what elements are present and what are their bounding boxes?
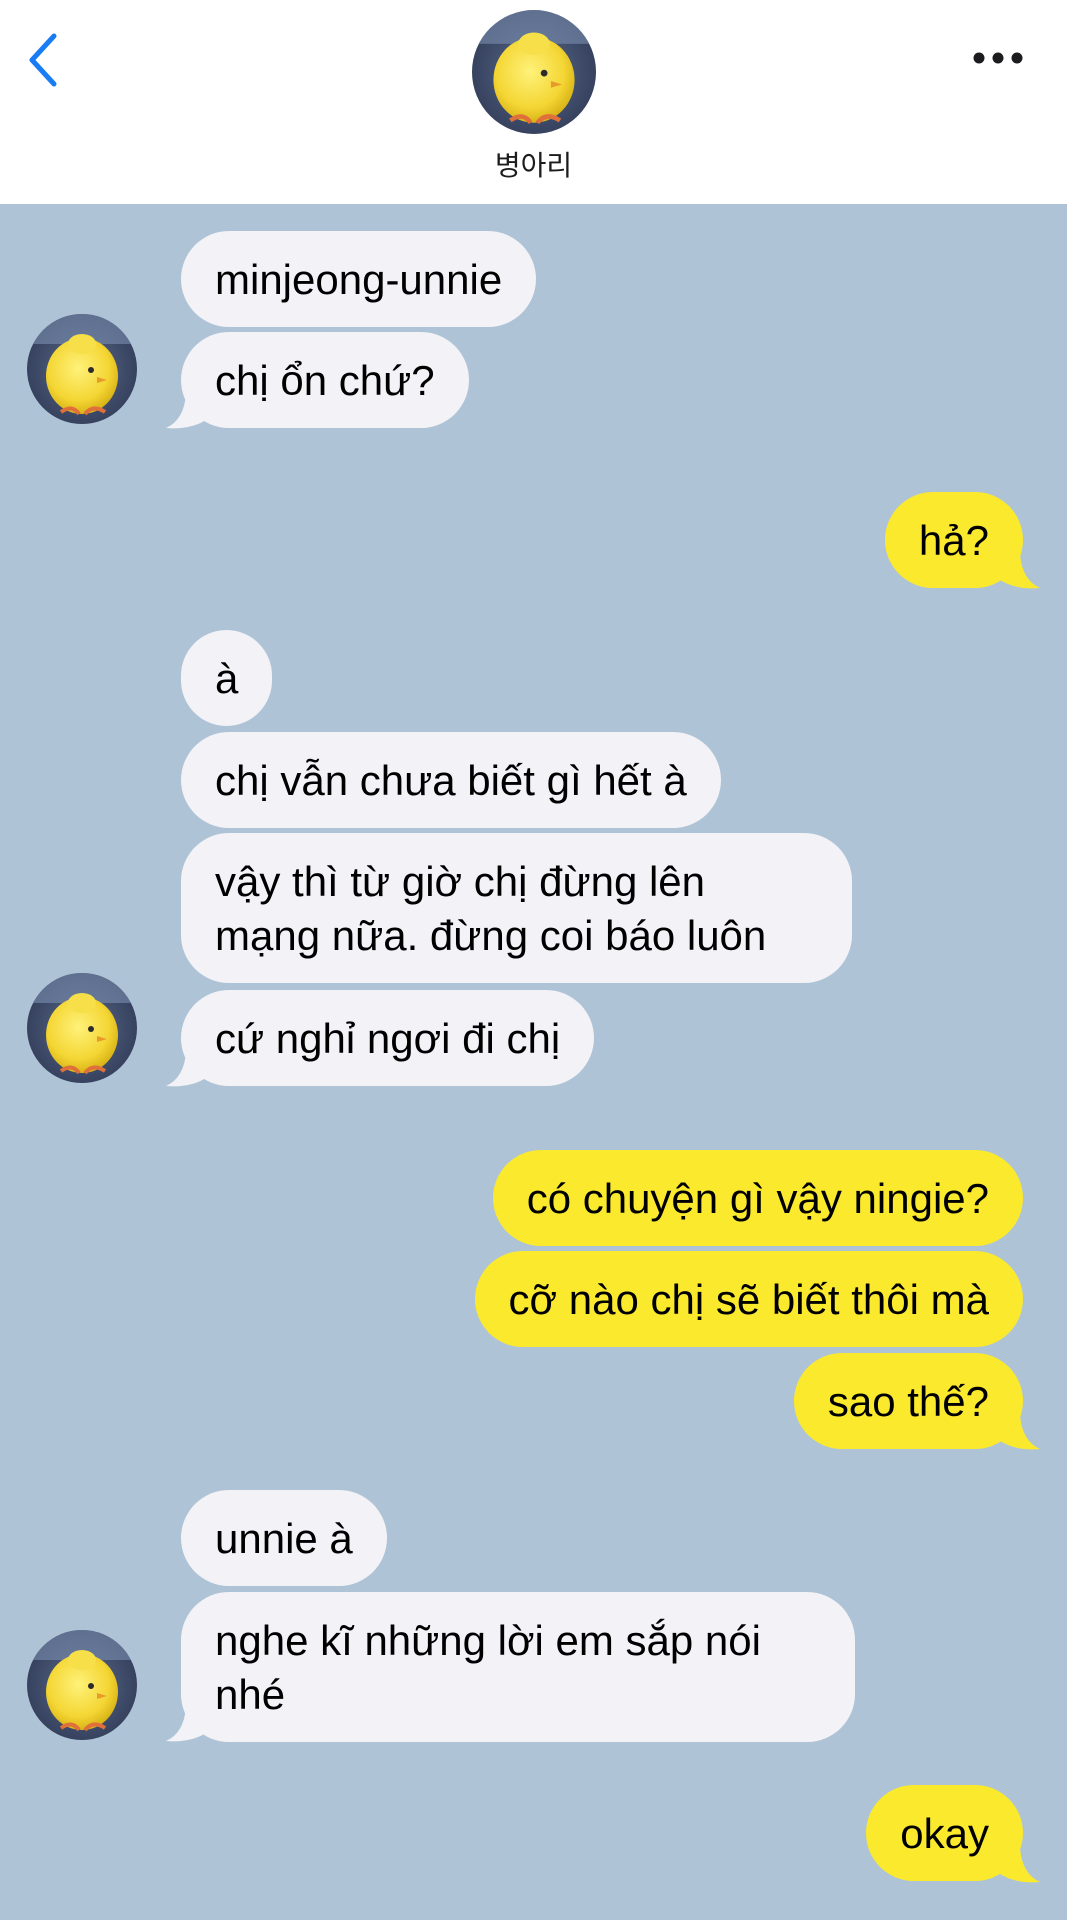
message-bubble-outgoing[interactable]: cỡ nào chị sẽ biết thôi mà	[474, 1251, 1023, 1347]
chat-header: 병아리	[0, 0, 1067, 204]
bubble-tail	[166, 1052, 206, 1088]
bubble-tail	[166, 394, 206, 430]
message-bubble-incoming[interactable]: chị vẫn chưa biết gì hết à	[181, 732, 721, 828]
bubble-tail	[1000, 1415, 1040, 1451]
bubble-tail	[166, 1707, 206, 1743]
ellipsis-icon	[973, 52, 1023, 64]
bubble-tail	[1000, 1848, 1040, 1884]
message-bubble-outgoing[interactable]: có chuyện gì vậy ningie?	[492, 1150, 1023, 1246]
message-bubble-incoming[interactable]: minjeong-unnie	[181, 231, 537, 327]
contact-avatar[interactable]	[472, 10, 596, 134]
sender-avatar[interactable]	[27, 973, 137, 1083]
contact-name[interactable]: 병아리	[0, 144, 1067, 184]
message-bubble-incoming[interactable]: cứ nghỉ ngơi đi chị	[181, 990, 595, 1086]
bubble-tail	[1000, 554, 1040, 590]
more-button[interactable]	[968, 38, 1028, 78]
back-button[interactable]	[18, 28, 68, 92]
chevron-left-icon	[29, 33, 57, 87]
message-bubble-incoming[interactable]: vậy thì từ giờ chị đừng lên mạng nữa. đừ…	[181, 833, 852, 983]
message-bubble-incoming[interactable]: unnie à	[181, 1490, 387, 1586]
message-bubble-outgoing[interactable]: sao thế?	[793, 1353, 1023, 1449]
sender-avatar[interactable]	[27, 314, 137, 424]
message-bubble-incoming[interactable]: à	[181, 630, 273, 726]
message-bubble-incoming[interactable]: chị ổn chứ?	[181, 332, 469, 428]
message-bubble-incoming[interactable]: nghe kĩ những lời em sắp nói nhé	[181, 1592, 855, 1742]
sender-avatar[interactable]	[27, 1630, 137, 1740]
